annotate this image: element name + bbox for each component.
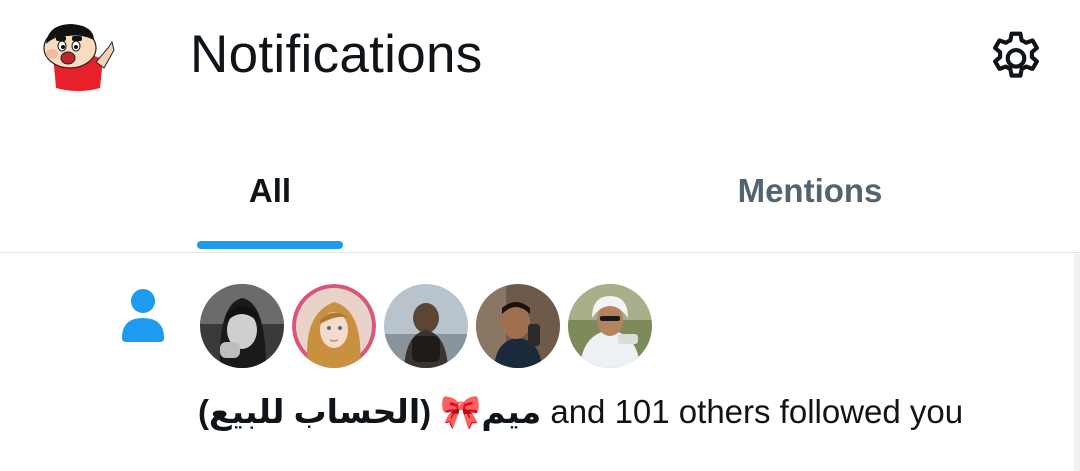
scroll-edge (1074, 254, 1080, 471)
settings-button[interactable] (985, 26, 1047, 88)
follow-notification[interactable]: (الحساب للبيع) 🎀ميم and 101 others follo… (0, 254, 1080, 471)
follower-avatars (200, 284, 652, 368)
follower-avatar[interactable] (568, 284, 652, 368)
tab-mentions[interactable]: Mentions (660, 140, 960, 252)
follower-avatar[interactable] (476, 284, 560, 368)
notification-tabs: All Mentions (0, 140, 1080, 253)
page-title: Notifications (190, 25, 483, 84)
profile-avatar[interactable] (38, 18, 116, 92)
person-follow-icon (120, 288, 166, 342)
selected-tab-indicator (197, 241, 343, 249)
follower-avatar[interactable] (384, 284, 468, 368)
tab-all[interactable]: All (150, 140, 390, 252)
tab-all-label: All (248, 172, 292, 209)
notification-summary: and 101 others followed you (541, 393, 964, 430)
follower-avatar[interactable] (292, 284, 376, 368)
notification-text: (الحساب للبيع) 🎀ميم and 101 others follo… (198, 392, 963, 432)
shin-chan-avatar-icon (43, 24, 115, 91)
notifications-screen: Notifications All Mentions (الحساب للبيع… (0, 0, 1080, 471)
follower-avatar[interactable] (200, 284, 284, 368)
tab-mentions-label: Mentions (737, 172, 883, 209)
gear-icon (993, 31, 1039, 78)
follower-display-name[interactable]: (الحساب للبيع) 🎀ميم (198, 393, 541, 430)
